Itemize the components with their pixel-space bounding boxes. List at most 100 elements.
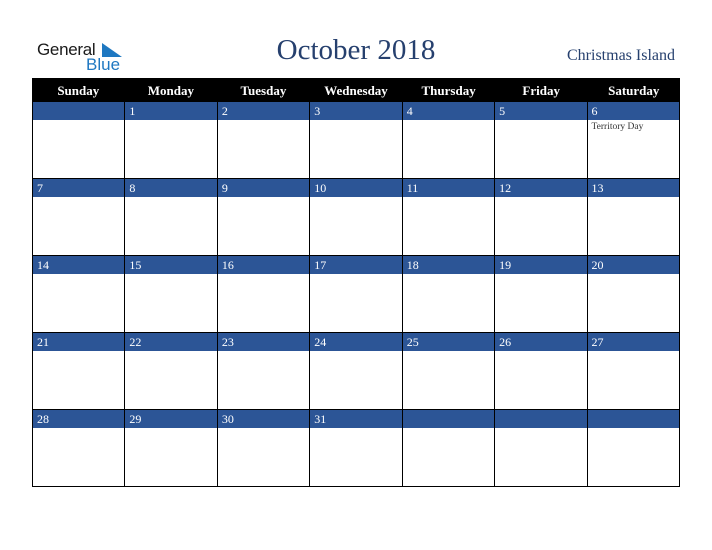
day-cell[interactable]: 6 Territory Day bbox=[587, 102, 680, 178]
day-cell[interactable] bbox=[587, 410, 680, 486]
day-cell[interactable]: 13 bbox=[587, 179, 680, 255]
day-cell[interactable]: 4 bbox=[402, 102, 496, 178]
day-cell[interactable]: 30 bbox=[217, 410, 311, 486]
day-cell[interactable]: 14 bbox=[33, 256, 126, 332]
day-number: 12 bbox=[495, 179, 587, 197]
weekday-saturday: Saturday bbox=[608, 83, 660, 98]
day-event bbox=[588, 274, 679, 275]
day-cell[interactable]: 2 bbox=[217, 102, 311, 178]
day-event bbox=[588, 351, 679, 352]
day-cell[interactable]: 22 bbox=[125, 333, 218, 409]
day-cell[interactable]: 8 bbox=[125, 179, 218, 255]
day-event bbox=[310, 197, 401, 198]
day-event: Territory Day bbox=[591, 122, 644, 132]
day-cell[interactable]: 29 bbox=[125, 410, 218, 486]
day-cell[interactable]: 16 bbox=[217, 256, 311, 332]
day-number: 15 bbox=[125, 256, 217, 274]
day-cell[interactable]: 18 bbox=[402, 256, 496, 332]
day-number: 21 bbox=[33, 333, 125, 351]
day-event bbox=[33, 197, 124, 198]
day-event bbox=[310, 351, 401, 352]
day-number: 20 bbox=[587, 256, 679, 274]
weekday-thursday: Thursday bbox=[421, 83, 476, 98]
day-number: 22 bbox=[125, 333, 217, 351]
day-number: 5 bbox=[495, 102, 587, 120]
day-event bbox=[218, 274, 309, 275]
day-cell[interactable]: 1 bbox=[125, 102, 218, 178]
day-cell[interactable]: 17 bbox=[310, 256, 403, 332]
day-cell[interactable]: 23 bbox=[217, 333, 311, 409]
weekday-tuesday: Tuesday bbox=[240, 83, 287, 98]
day-event bbox=[218, 351, 309, 352]
day-number: 1 bbox=[125, 102, 217, 120]
day-cell[interactable]: 24 bbox=[310, 333, 403, 409]
day-number: 19 bbox=[495, 256, 587, 274]
day-event bbox=[33, 274, 124, 275]
day-event bbox=[403, 428, 494, 429]
day-cell[interactable]: 15 bbox=[125, 256, 218, 332]
day-number: 24 bbox=[310, 333, 402, 351]
day-event bbox=[403, 120, 494, 121]
region-label: Christmas Island bbox=[567, 47, 675, 64]
day-cell[interactable]: 31 bbox=[310, 410, 403, 486]
day-event bbox=[495, 274, 586, 275]
week-row: 21 22 23 24 25 26 27 bbox=[32, 333, 680, 410]
day-number: 8 bbox=[125, 179, 217, 197]
day-cell[interactable]: 12 bbox=[495, 179, 588, 255]
day-event bbox=[495, 351, 586, 352]
day-number: 4 bbox=[402, 102, 495, 120]
day-event bbox=[33, 351, 124, 352]
day-cell[interactable]: 7 bbox=[33, 179, 126, 255]
day-event bbox=[588, 197, 679, 198]
day-number: 10 bbox=[310, 179, 402, 197]
day-event bbox=[125, 274, 216, 275]
day-event bbox=[310, 428, 401, 429]
weeks-container: 1 2 3 4 5 6 Territory Day 7 8 9 10 11 12 13 14 15 16 17 18… bbox=[32, 102, 680, 487]
day-cell[interactable]: 20 bbox=[587, 256, 680, 332]
day-number: 25 bbox=[402, 333, 495, 351]
day-cell[interactable] bbox=[33, 102, 126, 178]
day-number: 23 bbox=[217, 333, 310, 351]
day-event bbox=[33, 120, 124, 121]
day-event bbox=[125, 120, 216, 121]
day-event bbox=[403, 274, 494, 275]
weekday-monday: Monday bbox=[147, 83, 194, 98]
week-row: 1 2 3 4 5 6 Territory Day bbox=[32, 102, 680, 179]
day-number: 9 bbox=[217, 179, 310, 197]
day-number: 6 bbox=[587, 102, 679, 120]
day-cell[interactable]: 3 bbox=[310, 102, 403, 178]
day-cell[interactable]: 26 bbox=[495, 333, 588, 409]
day-event bbox=[218, 120, 309, 121]
day-cell[interactable]: 11 bbox=[402, 179, 496, 255]
day-number: 16 bbox=[217, 256, 310, 274]
day-number: 17 bbox=[310, 256, 402, 274]
day-cell[interactable]: 21 bbox=[33, 333, 126, 409]
day-event bbox=[495, 197, 586, 198]
day-cell[interactable]: 27 bbox=[587, 333, 680, 409]
day-cell[interactable]: 9 bbox=[217, 179, 311, 255]
day-event bbox=[495, 120, 586, 121]
day-cell[interactable]: 10 bbox=[310, 179, 403, 255]
day-event bbox=[588, 428, 679, 429]
day-event bbox=[125, 197, 216, 198]
day-event bbox=[125, 428, 216, 429]
day-cell[interactable]: 28 bbox=[33, 410, 126, 486]
weekday-wednesday: Wednesday bbox=[324, 83, 388, 98]
day-event bbox=[218, 197, 309, 198]
day-number bbox=[33, 102, 125, 120]
weekday-header-row: Sunday Monday Tuesday Wednesday Thursday… bbox=[32, 78, 680, 102]
day-number: 7 bbox=[33, 179, 125, 197]
weekday-sunday: Sunday bbox=[57, 83, 100, 98]
day-event bbox=[403, 351, 494, 352]
day-cell[interactable]: 25 bbox=[402, 333, 496, 409]
day-cell[interactable] bbox=[495, 410, 588, 486]
calendar-grid: Sunday Monday Tuesday Wednesday Thursday… bbox=[32, 78, 680, 487]
day-cell[interactable]: 5 bbox=[495, 102, 588, 178]
day-cell[interactable] bbox=[402, 410, 496, 486]
day-number: 13 bbox=[587, 179, 679, 197]
day-number bbox=[402, 410, 495, 428]
week-row: 28 29 30 31 bbox=[32, 410, 680, 487]
day-cell[interactable]: 19 bbox=[495, 256, 588, 332]
day-number: 14 bbox=[33, 256, 125, 274]
week-row: 14 15 16 17 18 19 20 bbox=[32, 256, 680, 333]
